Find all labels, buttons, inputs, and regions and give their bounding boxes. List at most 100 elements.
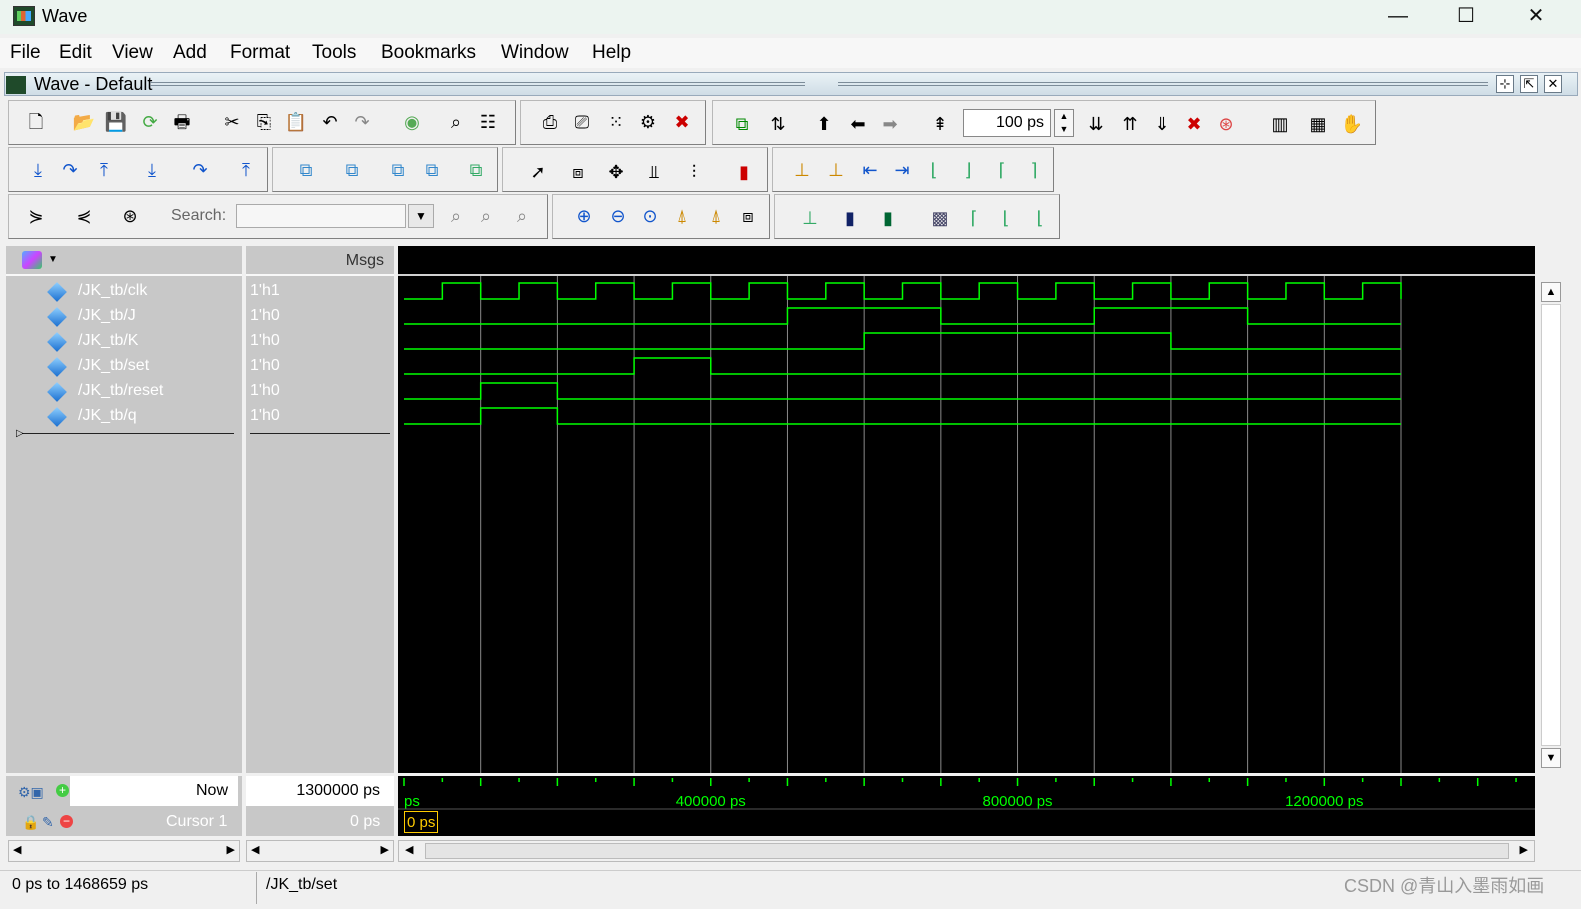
signal-value-row[interactable]: 1'h0 — [246, 381, 394, 406]
wave-hscroll-thumb[interactable] — [425, 843, 1509, 859]
traffic-light-icon[interactable]: ▮ — [732, 160, 756, 184]
binoculars-icon[interactable]: ⌕ — [444, 110, 468, 134]
drag-grip[interactable] — [838, 82, 1488, 87]
menu-add[interactable]: Add — [173, 42, 207, 64]
wave-reset[interactable] — [404, 382, 1401, 400]
zoom-full-icon[interactable]: ⊙ — [638, 204, 662, 228]
zoom-between-cursors-icon[interactable]: ⍋ — [704, 204, 728, 228]
wave-event-icon[interactable]: ▮ — [876, 206, 900, 230]
find-dropdown-icon[interactable]: ◉ — [400, 110, 424, 134]
menu-help[interactable]: Help — [592, 42, 631, 64]
step-into-dropdown-icon[interactable]: ⤓ — [140, 158, 164, 182]
stop-icon[interactable]: ✖ — [1182, 112, 1206, 136]
insert-cursor-icon[interactable]: ⊥ — [790, 158, 814, 182]
wave-logic-icon[interactable]: ▮ — [838, 206, 862, 230]
close-pane-icon[interactable]: ✕ — [1544, 75, 1562, 93]
break-icon[interactable]: ✖ — [670, 110, 694, 134]
contributors-icon[interactable]: ⊛ — [118, 204, 142, 228]
timeline-ruler[interactable]: ps 400000 ps 800000 ps 1200000 ps 0 ps — [398, 776, 1535, 836]
chevron-down-icon[interactable]: ▼ — [48, 254, 58, 265]
maximize-button[interactable]: ☐ — [1436, 0, 1496, 34]
reload-icon[interactable]: ⟳ — [138, 110, 162, 134]
back-arrow-icon[interactable]: ⬅ — [846, 112, 870, 136]
compile-selected-icon[interactable]: ⁙ — [604, 110, 628, 134]
wrench-icon[interactable]: ✎ — [42, 814, 54, 831]
step-out-icon[interactable]: ⤒ — [92, 158, 116, 182]
scroll-left-icon[interactable]: ◀ — [13, 843, 21, 856]
minus-icon[interactable]: − — [60, 815, 73, 828]
step-into-icon[interactable]: ⤓ — [26, 158, 50, 182]
run-length-spinner[interactable]: ▲ ▼ — [1054, 109, 1074, 137]
undock-icon[interactable]: ⇱ — [1520, 75, 1538, 93]
memory-profile-icon[interactable]: ▦ — [1306, 112, 1330, 136]
tree-options-icon[interactable] — [22, 251, 42, 269]
next-edge-icon[interactable]: ⌋ — [956, 158, 980, 182]
scroll-up-icon[interactable]: ▲ — [1541, 282, 1561, 302]
run-length-icon[interactable]: ⇞ — [928, 112, 952, 136]
step-out-dropdown-icon[interactable]: ⤒ — [234, 158, 258, 182]
performance-icon[interactable]: ▥ — [1268, 112, 1292, 136]
object-add-icon[interactable]: ⧉ — [294, 158, 318, 182]
search-input[interactable] — [236, 204, 406, 228]
lock-icon[interactable]: 🔒 — [22, 814, 39, 831]
signal-value-row[interactable]: 1'h0 — [246, 331, 394, 356]
object-group-icon[interactable]: ⧉ — [340, 158, 364, 182]
wave-clk[interactable] — [404, 282, 1402, 300]
drag-grip[interactable] — [150, 82, 805, 87]
undo-icon[interactable]: ↶ — [318, 110, 342, 134]
scroll-left-icon[interactable]: ◀ — [251, 843, 259, 856]
values-hscrollbar[interactable]: ◀ ▶ — [246, 840, 394, 862]
dock-icon[interactable]: ⊹ — [1496, 75, 1514, 93]
copy-icon[interactable]: ⎘ — [252, 110, 276, 134]
add-cursor-icon[interactable]: ⚙▣ — [18, 784, 44, 801]
names-hscrollbar[interactable]: ◀ ▶ — [8, 840, 240, 862]
signal-row[interactable]: /JK_tb/q — [6, 406, 242, 431]
print-icon[interactable]: 🖶 — [170, 110, 194, 134]
pan-mode-icon[interactable]: ✥ — [604, 160, 628, 184]
wave-j[interactable] — [404, 307, 1401, 325]
zoom-cursor-icon[interactable]: ⍋ — [670, 204, 694, 228]
search-prev-icon[interactable]: ⌕ — [444, 204, 468, 228]
select-mode-icon[interactable]: ➚ — [526, 160, 550, 184]
continue-icon[interactable]: ⇈ — [1118, 112, 1142, 136]
up-arrow-icon[interactable]: ⬆ — [812, 112, 836, 136]
new-file-icon[interactable]: 🗋 — [24, 110, 48, 134]
step-over-icon[interactable]: ↷ — [58, 158, 82, 182]
cursor-1-label[interactable]: Cursor 1 — [166, 813, 227, 831]
simulate-icon[interactable]: ⚙ — [636, 110, 660, 134]
menu-window[interactable]: Window — [501, 42, 569, 64]
menu-file[interactable]: File — [10, 42, 41, 64]
wave-rise-icon[interactable]: ⌈ — [962, 206, 986, 230]
menu-format[interactable]: Format — [230, 42, 290, 64]
scroll-right-icon[interactable]: ▶ — [227, 843, 235, 856]
scroll-right-icon[interactable]: ▶ — [1520, 843, 1528, 856]
minimize-button[interactable]: — — [1368, 0, 1428, 34]
scroll-down-icon[interactable]: ▼ — [1541, 748, 1561, 768]
hand-icon[interactable]: ✋ — [1340, 112, 1364, 136]
waveform-area[interactable] — [398, 246, 1535, 773]
menu-view[interactable]: View — [112, 42, 153, 64]
prev-cursor-icon[interactable]: ⇤ — [858, 158, 882, 182]
signal-row[interactable]: /JK_tb/clk — [6, 281, 242, 306]
object-copy-icon[interactable]: ⧉ — [386, 158, 410, 182]
wave-step-icon[interactable]: ⌊ — [994, 206, 1018, 230]
cursor-marker[interactable]: 0 ps — [404, 811, 439, 833]
wave-literal-icon[interactable]: ⊥ — [798, 206, 822, 230]
object-export-icon[interactable]: ⧉ — [464, 158, 488, 182]
compile-icon[interactable]: ⎙ — [538, 110, 562, 134]
menu-bookmarks[interactable]: Bookmarks — [381, 42, 476, 64]
wave-k[interactable] — [404, 332, 1401, 350]
wave-edge-icon[interactable]: ⌊ — [1028, 206, 1052, 230]
signal-row[interactable]: /JK_tb/K — [6, 331, 242, 356]
waveform-canvas[interactable] — [398, 246, 1535, 773]
next-cursor-icon[interactable]: ⇥ — [890, 158, 914, 182]
signal-row[interactable]: /JK_tb/J — [6, 306, 242, 331]
wave-hscrollbar[interactable]: ◀ ▶ — [398, 840, 1535, 862]
delete-cursor-icon[interactable]: ⊥ — [824, 158, 848, 182]
close-button[interactable]: ✕ — [1506, 0, 1566, 34]
compile-all-icon[interactable]: ⎚ — [570, 110, 594, 134]
redo-icon[interactable]: ↷ — [350, 110, 374, 134]
cut-icon[interactable]: ✂ — [220, 110, 244, 134]
save-icon[interactable]: 💾 — [104, 110, 128, 134]
zoom-in-icon[interactable]: ⊕ — [572, 204, 596, 228]
